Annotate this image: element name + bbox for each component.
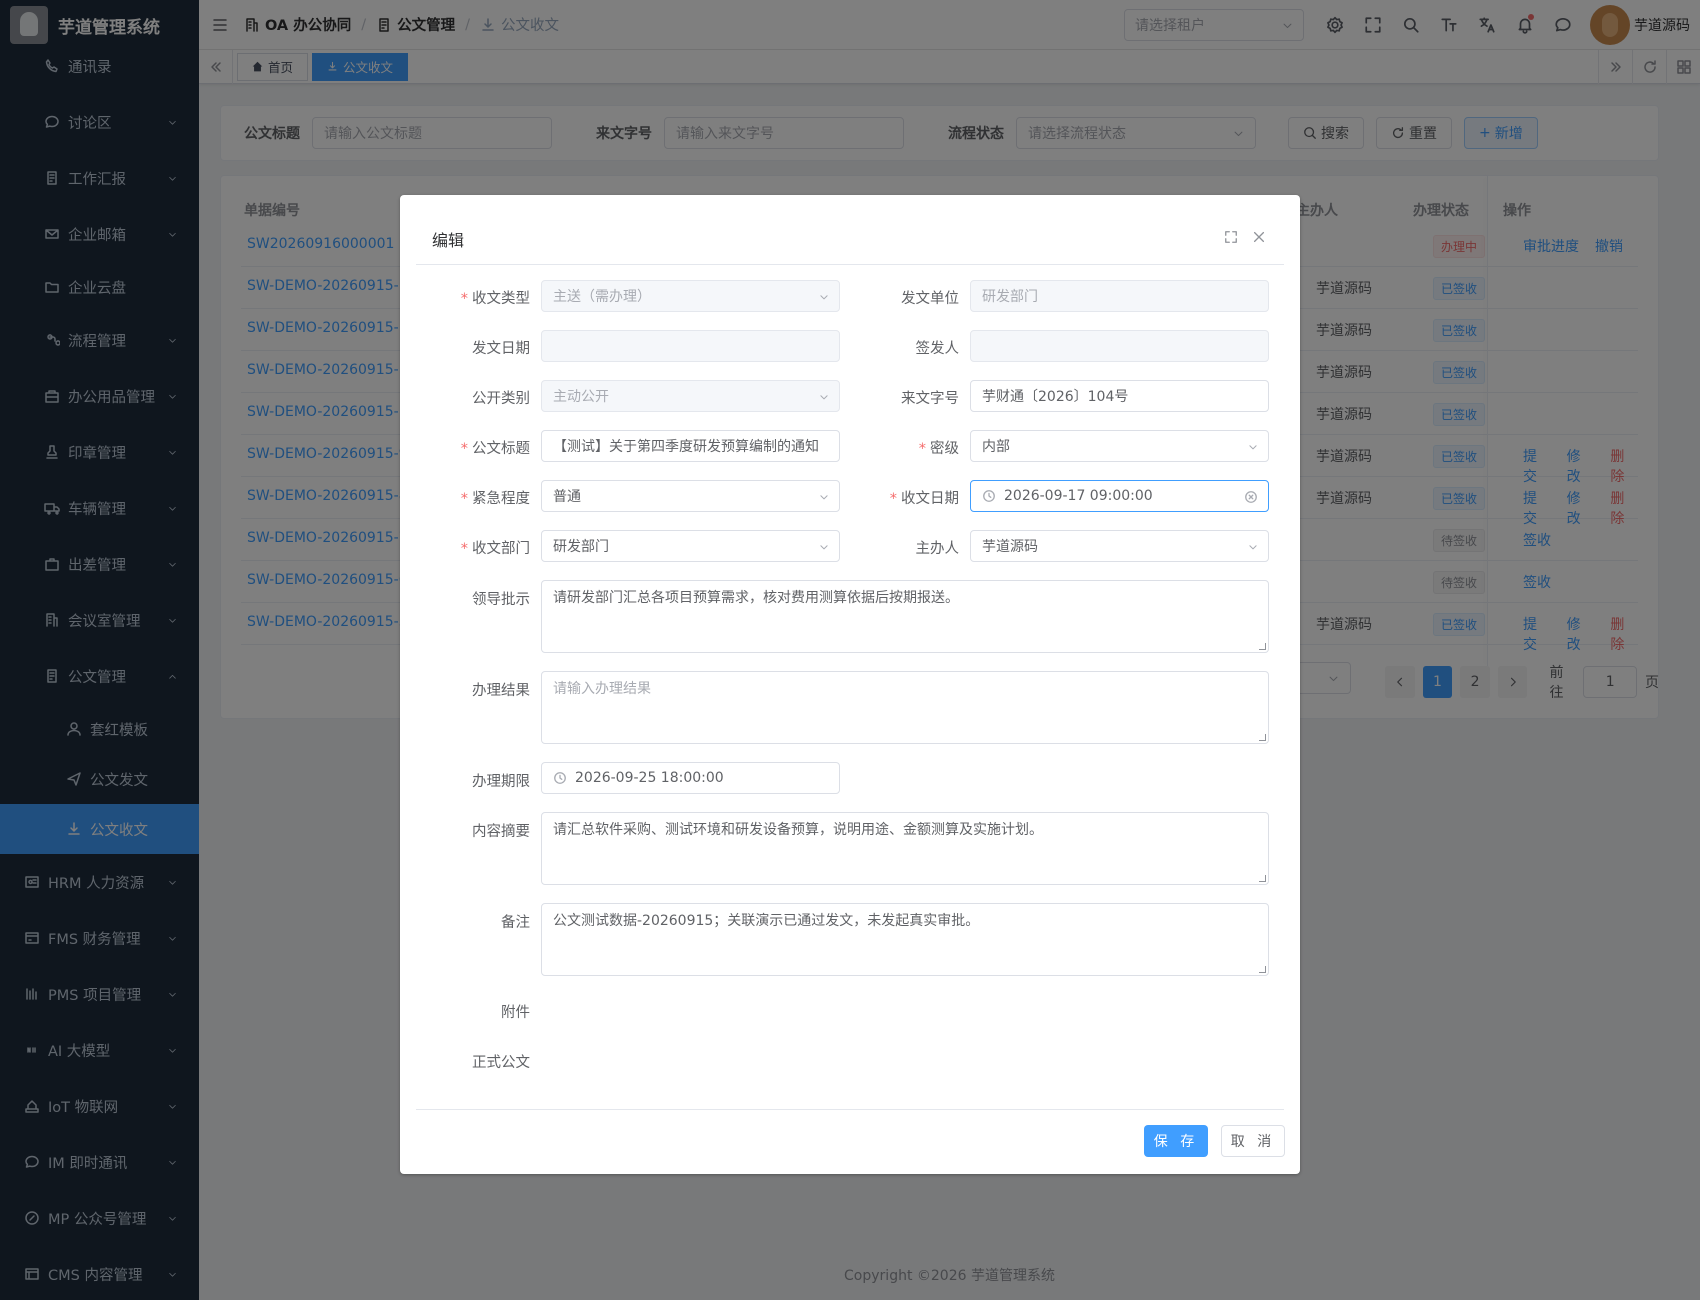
owner-select[interactable]: 芋道源码 — [970, 530, 1269, 562]
date-value: 2026-09-25 18:00:00 — [575, 770, 724, 786]
summary-textarea[interactable]: 请汇总软件采购、测试环境和研发设备预算，说明用途、金额测算及实施计划。 — [541, 812, 1269, 885]
summary-label: 内容摘要 — [472, 824, 530, 840]
public-type-label: 公开类别 — [472, 391, 530, 407]
signer-label: 签发人 — [915, 341, 960, 357]
input-value: 研发部门 — [982, 289, 1038, 305]
send-date-input[interactable] — [541, 330, 840, 362]
remark-textarea[interactable]: 公文测试数据-20260915；关联演示已通过发文，未发起真实审批。 — [541, 903, 1269, 976]
dialog-footer-divider — [416, 1109, 1284, 1110]
secret-label: * 密级 — [918, 441, 959, 457]
attach-label: 附件 — [501, 1005, 530, 1021]
select-value: 主送（需办理） — [553, 289, 651, 305]
chevron-down-icon — [820, 545, 828, 550]
remark-label: 备注 — [501, 915, 530, 931]
edit-dialog: 编辑 * 收文类型 主送（需办理） 发文单位 研发部门 发文日期 签发人 公开类别… — [400, 195, 1300, 1174]
select-value: 研发部门 — [553, 539, 609, 555]
send-date-label: 发文日期 — [472, 341, 530, 357]
cancel-button[interactable]: 取 消 — [1221, 1125, 1285, 1157]
textarea-value: 请研发部门汇总各项目预算需求，核对费用测算依据后按期报送。 — [553, 590, 959, 606]
recv-date-picker[interactable]: 2026-09-17 09:00:00 — [970, 480, 1269, 512]
official-label: 正式公文 — [472, 1055, 530, 1071]
textarea-value: 请汇总软件采购、测试环境和研发设备预算，说明用途、金额测算及实施计划。 — [553, 822, 1043, 838]
close-icon[interactable] — [1252, 230, 1266, 244]
doc-no-label: 来文字号 — [901, 391, 959, 407]
resize-handle[interactable] — [1259, 875, 1266, 882]
textarea-placeholder: 请输入办理结果 — [553, 681, 651, 697]
date-value: 2026-09-17 09:00:00 — [1004, 488, 1153, 504]
dialog-header: 编辑 — [416, 195, 1284, 265]
save-button[interactable]: 保 存 — [1144, 1125, 1208, 1157]
recv-dept-select[interactable]: 研发部门 — [541, 530, 840, 562]
secret-select[interactable]: 内部 — [970, 430, 1269, 462]
clear-icon[interactable] — [1244, 490, 1258, 504]
result-label: 办理结果 — [472, 683, 530, 699]
resize-handle[interactable] — [1259, 966, 1266, 973]
chevron-down-icon — [820, 295, 828, 300]
send-unit-label: 发文单位 — [901, 291, 959, 307]
clock-icon — [983, 490, 995, 502]
signer-input[interactable] — [970, 330, 1269, 362]
resize-handle[interactable] — [1259, 643, 1266, 650]
input-value: 芋财通〔2026〕104号 — [982, 389, 1129, 405]
resize-handle[interactable] — [1259, 734, 1266, 741]
textarea-value: 公文测试数据-20260915；关联演示已通过发文，未发起真实审批。 — [553, 913, 980, 929]
owner-label: 主办人 — [915, 541, 960, 557]
select-value: 芋道源码 — [982, 539, 1038, 555]
doc-title-input[interactable]: 【测试】关于第四季度研发预算编制的通知 — [541, 430, 840, 462]
public-type-select[interactable]: 主动公开 — [541, 380, 840, 412]
deadline-label: 办理期限 — [472, 774, 530, 790]
leader-textarea[interactable]: 请研发部门汇总各项目预算需求，核对费用测算依据后按期报送。 — [541, 580, 1269, 653]
send-unit-input[interactable]: 研发部门 — [970, 280, 1269, 312]
chevron-down-icon — [820, 395, 828, 400]
recv-dept-label: * 收文部门 — [460, 541, 530, 557]
fullscreen-icon[interactable] — [1224, 230, 1238, 244]
dialog-title: 编辑 — [432, 231, 465, 250]
urgency-label: * 紧急程度 — [460, 491, 530, 507]
recv-type-select[interactable]: 主送（需办理） — [541, 280, 840, 312]
recv-type-label: * 收文类型 — [460, 291, 530, 307]
result-textarea[interactable]: 请输入办理结果 — [541, 671, 1269, 744]
leader-label: 领导批示 — [472, 592, 530, 608]
select-value: 主动公开 — [553, 389, 609, 405]
select-value: 内部 — [982, 439, 1010, 455]
deadline-picker[interactable]: 2026-09-25 18:00:00 — [541, 762, 840, 794]
select-value: 普通 — [553, 489, 581, 505]
doc-title-label: * 公文标题 — [460, 441, 530, 457]
recv-date-label: * 收文日期 — [889, 491, 959, 507]
chevron-down-icon — [1249, 445, 1257, 450]
urgency-select[interactable]: 普通 — [541, 480, 840, 512]
input-value: 【测试】关于第四季度研发预算编制的通知 — [553, 439, 819, 455]
chevron-down-icon — [1249, 545, 1257, 550]
doc-no-input[interactable]: 芋财通〔2026〕104号 — [970, 380, 1269, 412]
chevron-down-icon — [820, 495, 828, 500]
clock-icon — [554, 772, 566, 784]
